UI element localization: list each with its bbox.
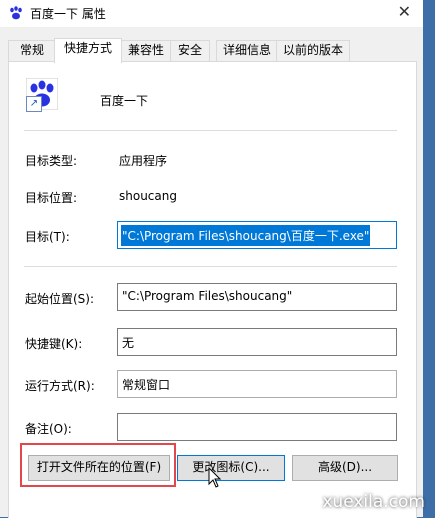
tab-shortcut[interactable]: 快捷方式 [54, 38, 122, 63]
tab-security[interactable]: 安全 [170, 40, 210, 61]
target-label: 目标(T): [25, 230, 70, 244]
comment-input[interactable] [117, 413, 397, 441]
properties-window: 百度一下 属性 ✕ 常规 快捷方式 兼容性 安全 详细信息 以前的版本 ↗ 百度… [0, 0, 423, 518]
watermark: xuexila.com [322, 492, 425, 512]
open-file-location-button[interactable]: 打开文件所在的位置(F) [28, 455, 170, 481]
target-input[interactable]: "C:\Program Files\shoucang\百度一下.exe" [117, 221, 397, 249]
start-in-input[interactable]: "C:\Program Files\shoucang" [117, 283, 397, 311]
close-icon[interactable]: ✕ [398, 2, 411, 21]
tab-general[interactable]: 常规 [8, 40, 56, 61]
shortcut-arrow-icon: ↗ [26, 96, 42, 112]
change-icon-button[interactable]: 更改图标(C)... [177, 455, 285, 481]
target-location-value: shoucang [119, 189, 177, 203]
run-select[interactable]: 常规窗口 ⌄ [117, 370, 397, 398]
tab-compatibility[interactable]: 兼容性 [120, 40, 172, 61]
advanced-button[interactable]: 高级(D)... [292, 455, 398, 481]
baidu-paw-icon [8, 5, 24, 21]
start-in-input-value: "C:\Program Files\shoucang" [122, 289, 293, 303]
title-bar[interactable]: 百度一下 属性 ✕ [0, 0, 423, 27]
comment-label: 备注(O): [25, 422, 72, 436]
mouse-cursor-icon [208, 467, 222, 488]
shortcut-name: 百度一下 [100, 94, 149, 108]
hotkey-label: 快捷键(K): [25, 337, 83, 351]
target-location-label: 目标位置: [25, 191, 78, 205]
hotkey-input[interactable]: 无 [117, 328, 397, 356]
start-in-label: 起始位置(S): [25, 292, 95, 306]
separator [24, 130, 397, 131]
chevron-down-icon: ⌄ [122, 376, 133, 390]
tab-details[interactable]: 详细信息 [216, 40, 278, 61]
separator [24, 266, 397, 267]
run-label: 运行方式(R): [25, 379, 95, 393]
tab-previous-versions[interactable]: 以前的版本 [276, 40, 350, 61]
target-input-value: "C:\Program Files\shoucang\百度一下.exe" [121, 225, 371, 246]
target-type-value: 应用程序 [119, 154, 168, 168]
window-title: 百度一下 属性 [30, 7, 106, 21]
target-type-label: 目标类型: [25, 154, 78, 168]
hotkey-input-value: 无 [122, 336, 135, 350]
